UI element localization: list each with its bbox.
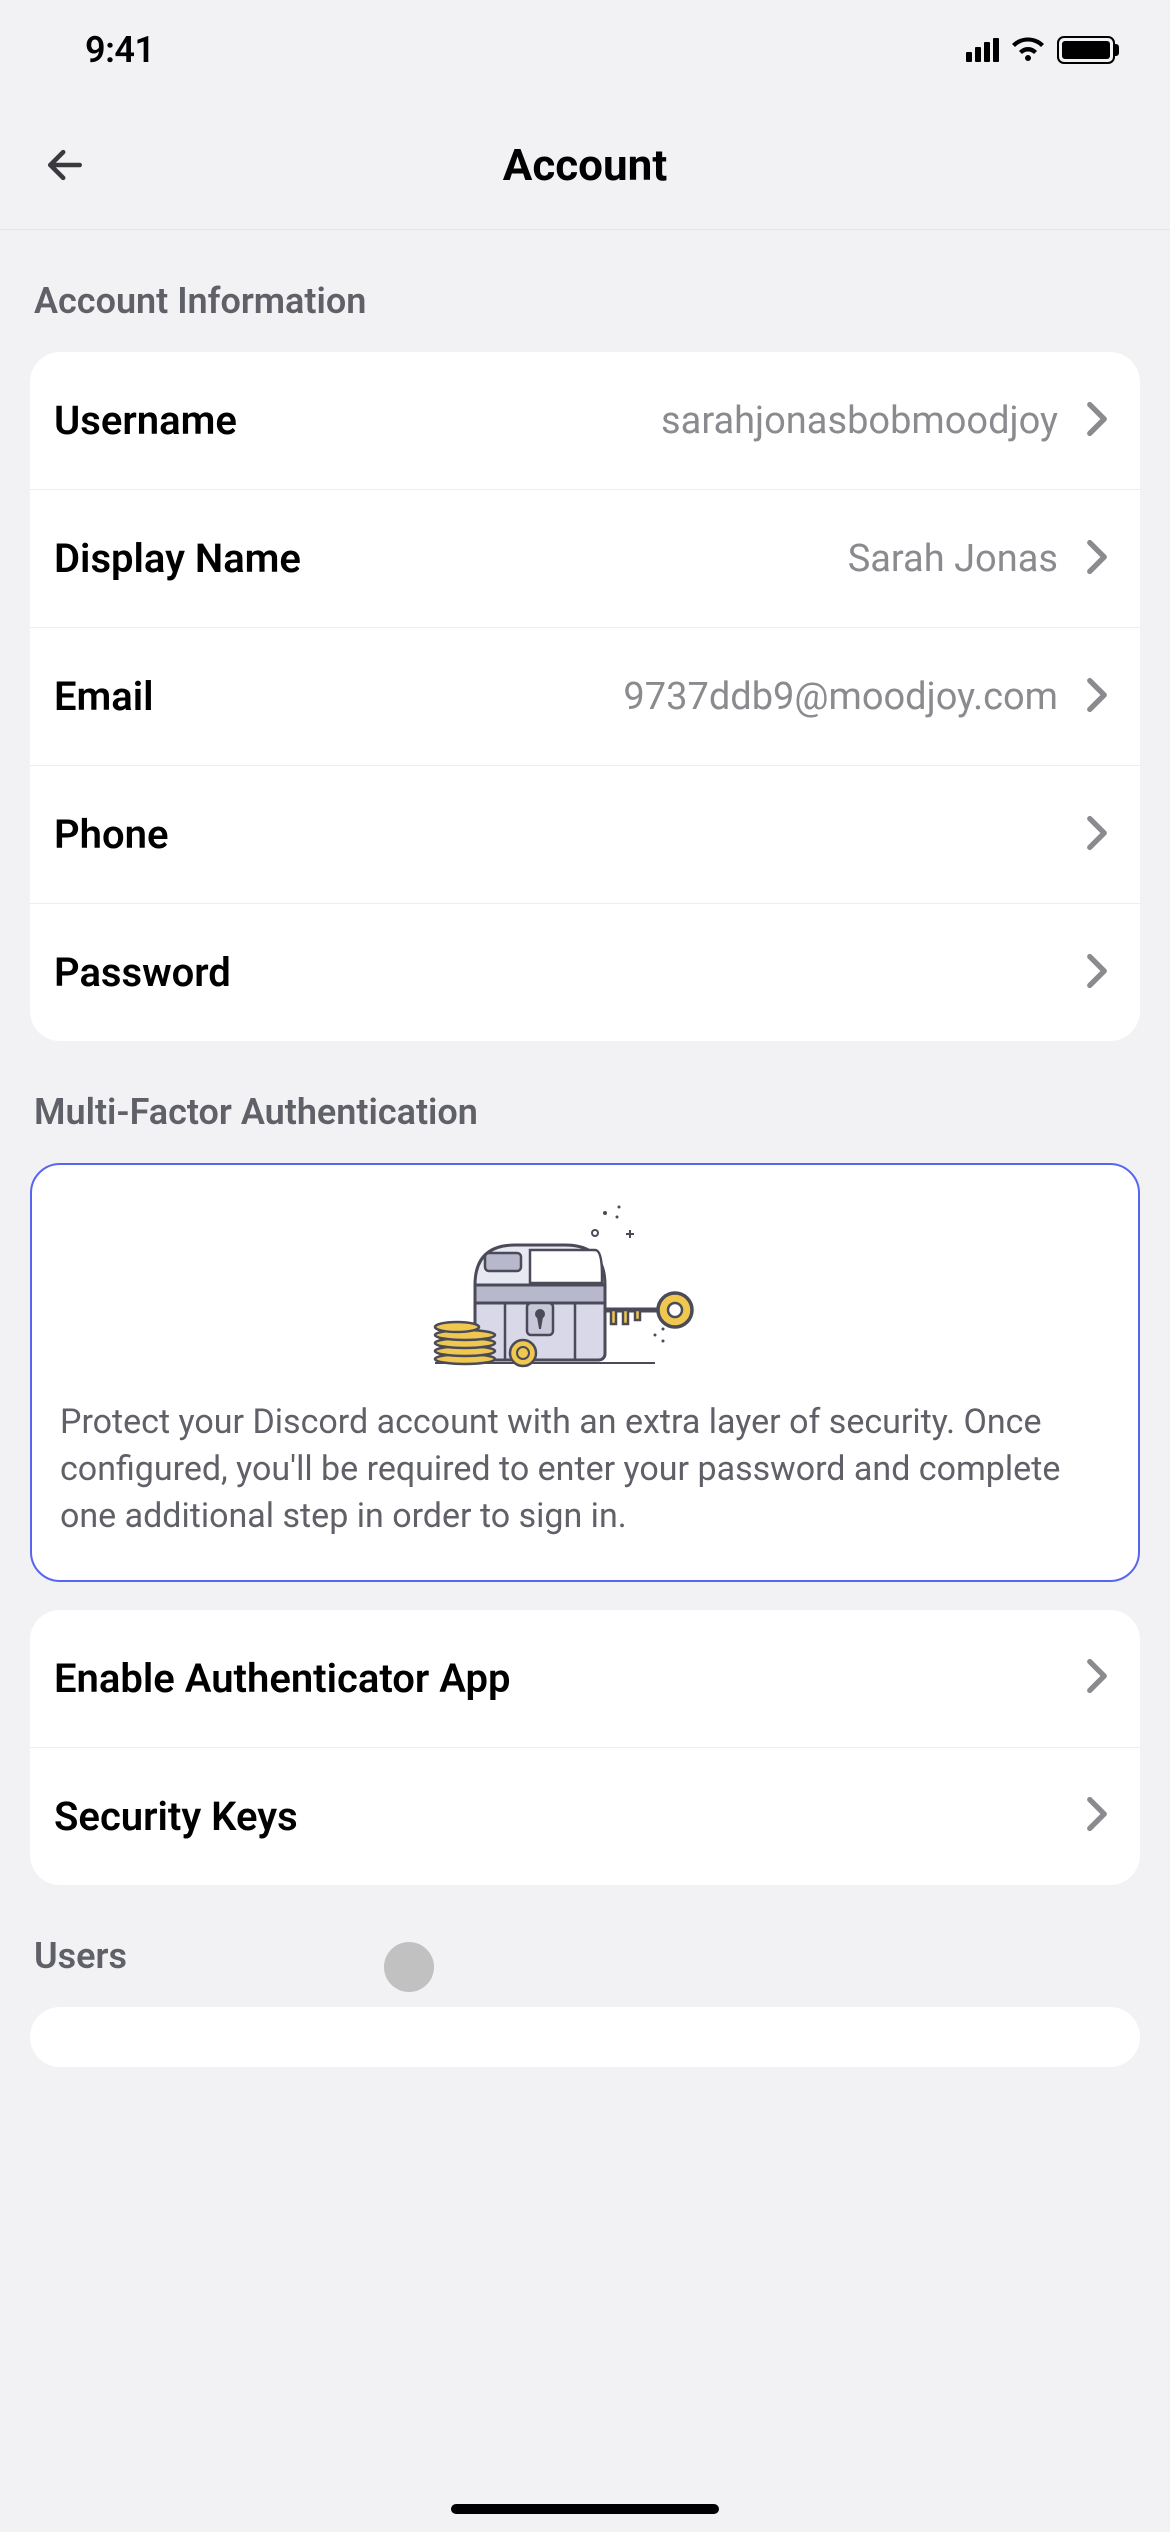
email-row[interactable]: Email 9737ddb9@moodjoy.com [30,627,1140,765]
phone-label: Phone [54,811,169,858]
mfa-description: Protect your Discord account with an ext… [60,1399,1110,1540]
chevron-right-icon [1086,677,1108,717]
authenticator-label: Enable Authenticator App [54,1655,510,1702]
status-indicators [966,35,1115,65]
display-name-row[interactable]: Display Name Sarah Jonas [30,489,1140,627]
mfa-info-card: Protect your Discord account with an ext… [30,1163,1140,1582]
treasure-chest-illustration [60,1195,1110,1375]
enable-authenticator-row[interactable]: Enable Authenticator App [30,1610,1140,1747]
username-value: sarahjonasbobmoodjoy [661,399,1058,443]
back-button[interactable] [35,135,95,195]
phone-row[interactable]: Phone [30,765,1140,903]
chevron-right-icon [1086,401,1108,441]
chevron-right-icon [1086,539,1108,579]
chevron-right-icon [1086,815,1108,855]
page-title: Account [503,139,667,191]
status-bar: 9:41 [0,0,1170,100]
section-header-users: Users [30,1885,1140,2007]
password-label: Password [54,949,231,996]
username-label: Username [54,397,237,444]
battery-icon [1057,36,1115,64]
chevron-right-icon [1086,1796,1108,1836]
display-name-label: Display Name [54,535,301,582]
security-keys-row[interactable]: Security Keys [30,1747,1140,1885]
cellular-signal-icon [966,38,999,62]
status-time: 9:41 [85,29,155,71]
section-header-account-info: Account Information [30,230,1140,352]
section-header-mfa: Multi-Factor Authentication [30,1041,1140,1163]
username-row[interactable]: Username sarahjonasbobmoodjoy [30,352,1140,489]
chevron-right-icon [1086,1658,1108,1698]
users-card [30,2007,1140,2067]
email-value: 9737ddb9@moodjoy.com [623,675,1058,719]
home-indicator[interactable] [451,2504,719,2514]
account-info-card: Username sarahjonasbobmoodjoy Display Na… [30,352,1140,1041]
mfa-options-card: Enable Authenticator App Security Keys [30,1610,1140,1885]
wifi-icon [1011,35,1045,65]
password-row[interactable]: Password [30,903,1140,1041]
display-name-value: Sarah Jonas [848,537,1058,581]
security-keys-label: Security Keys [54,1793,298,1840]
chevron-right-icon [1086,953,1108,993]
email-label: Email [54,673,154,720]
navigation-header: Account [0,100,1170,230]
